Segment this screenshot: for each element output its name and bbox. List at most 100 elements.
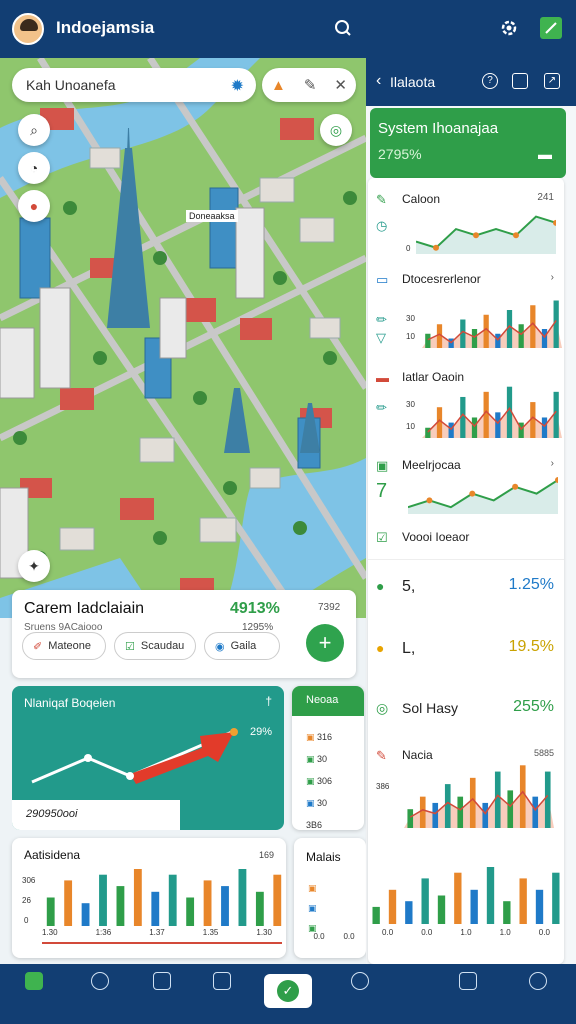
trend-footer: 290950ooi <box>12 800 180 830</box>
help-icon[interactable]: ? <box>482 73 498 89</box>
nav-account[interactable] <box>506 972 570 996</box>
line-chart <box>408 477 558 514</box>
list-item-caloon[interactable]: ✎ Caloon 241 ◷ 0 <box>368 192 564 262</box>
leaf-icon: ✎ <box>376 192 387 207</box>
stat-value: 1.25% <box>508 576 554 593</box>
bar <box>457 796 464 828</box>
place-label[interactable]: Doneaaksa <box>186 210 238 222</box>
car-icon[interactable]: ● <box>18 190 50 222</box>
stat-value: 255% <box>513 698 554 715</box>
list-item[interactable]: 3B6 <box>306 814 332 830</box>
chip-gaila[interactable]: ◉ Gaila <box>204 632 280 660</box>
gear-icon[interactable]: ✹ <box>231 76 244 96</box>
map-search-bar[interactable]: Kah Unoanefa ✹ <box>12 68 256 102</box>
nav-profile[interactable] <box>328 972 392 996</box>
mini-list-card[interactable]: Neoaa ▣ 316 ▣ 30 ▣ 306 ▣ 30 3B6 <box>292 686 364 830</box>
list-item-nacia[interactable]: ✎ Nacia 5885 386 <box>368 748 564 858</box>
chip-scaudau[interactable]: ☑ Scaudau <box>114 632 196 660</box>
data-point <box>426 497 433 504</box>
bar-card[interactable]: Aatisidena 169 306 26 0 1.30 1:36 1.37 1… <box>12 838 286 958</box>
right-panel: ‹ Ilalaota ? ↗ System Ihoanajaa 2795% ▬ … <box>366 58 576 964</box>
avatar[interactable] <box>12 13 44 45</box>
settings-icon[interactable] <box>498 17 520 39</box>
system-card-value: 2795% <box>378 146 422 162</box>
save-icon[interactable] <box>512 73 528 89</box>
pencil-icon: ✐ <box>33 640 43 653</box>
nav-files[interactable] <box>190 972 254 996</box>
list-item[interactable]: ▣ 316 <box>306 726 332 748</box>
edit-icon[interactable] <box>540 17 562 39</box>
stat-row[interactable]: ◎ Sol Hasy 255% <box>368 698 564 730</box>
stat-row[interactable]: ● L, 19.5% <box>368 638 564 670</box>
x-tick: 0.0 <box>538 928 550 937</box>
list-item-iatlar[interactable]: ▬ Iatlar Oaoin ✏ 30 10 <box>368 370 564 446</box>
menu-icon[interactable]: ▬ <box>538 146 552 162</box>
chip-label: Scaudau <box>140 640 185 652</box>
x-tick: 1.35 <box>202 928 219 937</box>
bar-chart <box>46 869 282 926</box>
chip-label: Mateone <box>48 640 92 652</box>
data-point <box>513 232 519 239</box>
chart-icon: ▣ <box>376 458 389 473</box>
bar <box>407 809 414 828</box>
y-tick: 26 <box>22 896 31 905</box>
list-item-voooi[interactable]: ☑ Voooi Ioeaor <box>368 530 564 560</box>
summary-card[interactable]: Carem Iadclaiain Sruens 9ACaiooo 4913% 1… <box>12 590 356 678</box>
stat-row[interactable]: ● 5, 1.25% <box>368 576 564 608</box>
map-search-text[interactable]: Kah Unoanefa <box>26 77 116 93</box>
nav-center-button[interactable]: ✓ <box>264 974 312 1008</box>
bar <box>151 891 160 926</box>
recenter-icon[interactable]: ✦ <box>18 550 50 582</box>
y-tick: 386 <box>376 782 390 791</box>
right-panel-header: ‹ Ilalaota ? ↗ <box>366 58 576 106</box>
malais-title: Malais <box>306 850 341 864</box>
item-label: Iatlar Oaoin <box>402 370 465 384</box>
list-item[interactable]: ▣ 306 <box>306 770 332 792</box>
chevron-right-icon[interactable]: › <box>551 272 554 283</box>
search-icon[interactable] <box>332 17 354 39</box>
bar <box>482 802 489 828</box>
nav-search[interactable] <box>68 972 132 996</box>
back-icon[interactable]: ‹ <box>376 72 381 90</box>
list-item[interactable]: ▣ 30 <box>306 792 332 814</box>
system-card[interactable]: System Ihoanajaa 2795% ▬ <box>370 108 566 178</box>
nav-home[interactable] <box>2 972 66 996</box>
share-icon[interactable]: ↗ <box>544 73 560 89</box>
edit-icon[interactable]: ✎ <box>304 76 317 94</box>
bar <box>532 796 539 828</box>
list-item-dtocesrerlenor[interactable]: ▭ Dtocesrerlenor › ✏ ▽ 30 10 <box>368 272 564 360</box>
add-button[interactable]: + <box>306 624 344 662</box>
top-bar: Indoejamsia <box>0 0 576 58</box>
chevron-right-icon[interactable]: › <box>551 458 554 469</box>
bar <box>221 886 229 926</box>
close-icon[interactable]: ✕ <box>334 76 347 94</box>
x-tick: 0.0 <box>421 928 433 937</box>
pin-icon[interactable]: ⌕ <box>18 114 50 146</box>
x-tick: 0.0 <box>382 928 394 937</box>
data-point <box>473 232 479 239</box>
data-point <box>433 244 439 251</box>
y-tick: 30 <box>406 314 415 323</box>
x-axis-line <box>42 942 282 944</box>
bar <box>483 391 489 438</box>
mini-list: ▣ 316 ▣ 30 ▣ 306 ▣ 30 3B6 <box>306 726 332 830</box>
nav-data[interactable] <box>436 972 500 996</box>
bar <box>116 886 125 926</box>
map-illustration <box>0 58 366 618</box>
bar <box>519 878 527 924</box>
trend-card[interactable]: Nlaniqaf Boqeien † 29% 290950ooi <box>12 686 284 830</box>
layers-icon[interactable]: ◎ <box>320 114 352 146</box>
city-map[interactable]: Doneaaksa <box>0 58 366 618</box>
bar <box>471 329 478 348</box>
location-icon[interactable]: ◔ <box>18 152 50 184</box>
list-item[interactable]: ▣ 30 <box>306 748 332 770</box>
nav-docs[interactable] <box>130 972 194 996</box>
list-item-meelrjocaa[interactable]: ▣ Meelrjocaa › 7 <box>368 458 564 520</box>
bar <box>503 901 511 924</box>
shield-icon: ▽ <box>376 330 386 345</box>
chip-mateone[interactable]: ✐ Mateone <box>22 632 106 660</box>
bar <box>238 869 247 926</box>
x-tick: 0.0 <box>343 932 355 941</box>
bell-icon[interactable]: ▲ <box>271 77 286 94</box>
checkbox-icon: ☑ <box>376 530 388 545</box>
